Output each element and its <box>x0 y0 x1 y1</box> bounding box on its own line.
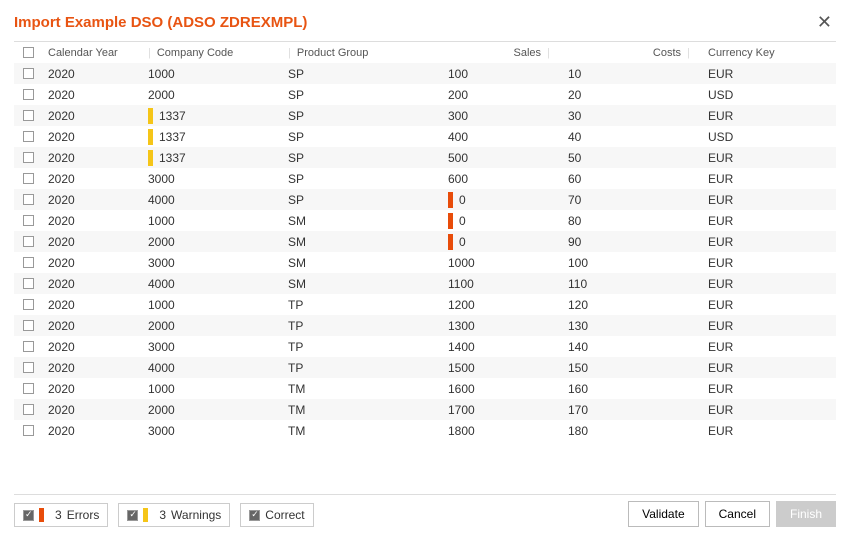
dialog-title: Import Example DSO (ADSO ZDREXMPL) <box>14 14 307 31</box>
row-checkbox[interactable] <box>23 89 34 100</box>
table-header-row: Calendar Year |Company Code |Product Gro… <box>14 42 836 63</box>
filter-correct[interactable]: Correct <box>240 503 313 527</box>
row-checkbox[interactable] <box>23 152 34 163</box>
warning-flag-icon <box>143 508 148 522</box>
filter-warnings-checkbox[interactable] <box>127 510 138 521</box>
col-header-company[interactable]: |Company Code <box>142 42 282 63</box>
row-checkbox[interactable] <box>23 131 34 142</box>
row-checkbox[interactable] <box>23 236 34 247</box>
close-icon[interactable]: ✕ <box>813 10 836 35</box>
filter-errors-label: Errors <box>67 508 100 522</box>
data-table: Calendar Year |Company Code |Product Gro… <box>14 41 836 495</box>
row-checkbox[interactable] <box>23 173 34 184</box>
filter-correct-label: Correct <box>265 508 304 522</box>
warn-flag-icon <box>148 108 153 124</box>
col-header-currency[interactable]: Currency Key <box>702 42 802 63</box>
finish-button[interactable]: Finish <box>776 501 836 527</box>
table-row[interactable]: 20201337SP50050EUR <box>14 147 836 168</box>
row-checkbox[interactable] <box>23 68 34 79</box>
table-row[interactable]: 20203000SM1000100EUR <box>14 252 836 273</box>
table-row[interactable]: 20203000TP1400140EUR <box>14 336 836 357</box>
filter-errors-count: 3 <box>55 508 62 522</box>
row-checkbox[interactable] <box>23 383 34 394</box>
table-row[interactable]: 20201000SP10010EUR <box>14 63 836 84</box>
select-all-checkbox[interactable] <box>23 47 34 58</box>
filter-warnings-count: 3 <box>159 508 166 522</box>
row-checkbox[interactable] <box>23 299 34 310</box>
row-checkbox[interactable] <box>23 110 34 121</box>
table-row[interactable]: 20204000SM1100110EUR <box>14 273 836 294</box>
table-row[interactable]: 20201337SP30030EUR <box>14 105 836 126</box>
table-row[interactable]: 20202000TM1700170EUR <box>14 399 836 420</box>
table-row[interactable]: 20202000TP1300130EUR <box>14 315 836 336</box>
warn-flag-icon <box>148 129 153 145</box>
filter-correct-checkbox[interactable] <box>249 510 260 521</box>
filter-errors[interactable]: 3 Errors <box>14 503 108 527</box>
table-row[interactable]: 20203000TM1800180EUR <box>14 420 836 441</box>
row-checkbox[interactable] <box>23 194 34 205</box>
import-dialog: Import Example DSO (ADSO ZDREXMPL) ✕ Cal… <box>0 0 850 537</box>
action-buttons: Validate Cancel Finish <box>628 501 836 527</box>
col-header-sales[interactable]: Sales | <box>442 42 562 63</box>
col-header-year[interactable]: Calendar Year <box>42 42 142 63</box>
table-row[interactable]: 20202000SM090EUR <box>14 231 836 252</box>
row-checkbox[interactable] <box>23 320 34 331</box>
row-checkbox[interactable] <box>23 362 34 373</box>
table-row[interactable]: 20201337SP40040USD <box>14 126 836 147</box>
error-flag-icon <box>448 234 453 250</box>
col-header-costs[interactable]: Costs | <box>562 42 702 63</box>
table-row[interactable]: 20204000TP1500150EUR <box>14 357 836 378</box>
filter-errors-checkbox[interactable] <box>23 510 34 521</box>
table-row[interactable]: 20202000SP20020USD <box>14 84 836 105</box>
filter-warnings-label: Warnings <box>171 508 221 522</box>
cancel-button[interactable]: Cancel <box>705 501 770 527</box>
col-header-product[interactable]: |Product Group <box>282 42 442 63</box>
validate-button[interactable]: Validate <box>628 501 698 527</box>
error-flag-icon <box>39 508 44 522</box>
filter-warnings[interactable]: 3 Warnings <box>118 503 230 527</box>
table-body[interactable]: 20201000SP10010EUR20202000SP20020USD2020… <box>14 63 836 494</box>
row-checkbox[interactable] <box>23 341 34 352</box>
row-checkbox[interactable] <box>23 257 34 268</box>
table-row[interactable]: 20201000TM1600160EUR <box>14 378 836 399</box>
row-checkbox[interactable] <box>23 278 34 289</box>
error-flag-icon <box>448 213 453 229</box>
table-row[interactable]: 20201000SM080EUR <box>14 210 836 231</box>
table-row[interactable]: 20201000TP1200120EUR <box>14 294 836 315</box>
table-row[interactable]: 20203000SP60060EUR <box>14 168 836 189</box>
row-checkbox[interactable] <box>23 215 34 226</box>
row-checkbox[interactable] <box>23 425 34 436</box>
dialog-header: Import Example DSO (ADSO ZDREXMPL) ✕ <box>14 10 836 35</box>
error-flag-icon <box>448 192 453 208</box>
row-checkbox[interactable] <box>23 404 34 415</box>
warn-flag-icon <box>148 150 153 166</box>
table-row[interactable]: 20204000SP070EUR <box>14 189 836 210</box>
